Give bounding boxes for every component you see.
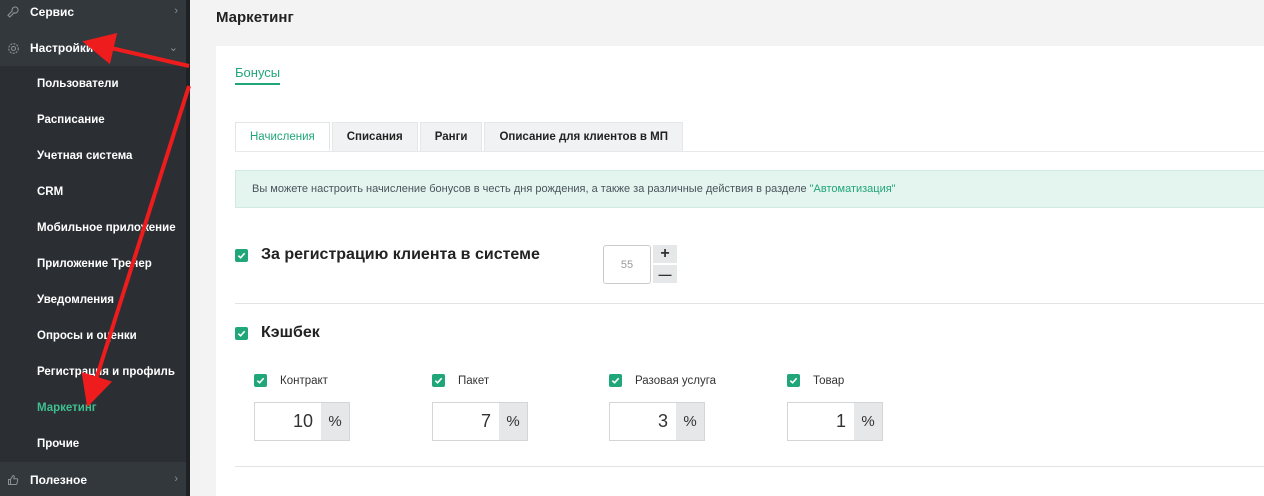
percent-value[interactable]: 10: [255, 403, 321, 440]
divider: [235, 466, 1264, 467]
percent-unit: %: [499, 403, 527, 440]
settings-card: Бонусы Начисления Списания Ранги Описани…: [216, 46, 1264, 496]
chevron-right-icon: ›: [174, 473, 178, 485]
tab-write-offs[interactable]: Списания: [331, 122, 418, 151]
chevron-down-icon: ⌄: [168, 42, 178, 54]
sidebar-item-users[interactable]: Пользователи: [0, 66, 186, 102]
tab-client-description[interactable]: Описание для клиентов в МП: [484, 122, 683, 151]
percent-unit: %: [676, 403, 704, 440]
option-label: Контракт: [280, 374, 328, 387]
cashback-row: Кэшбек: [235, 324, 320, 342]
increment-button[interactable]: +: [653, 245, 677, 263]
wrench-icon: [6, 5, 20, 19]
main-content: Маркетинг Бонусы Начисления Списания Ран…: [190, 0, 1264, 496]
cashback-label: Кэшбек: [261, 324, 320, 341]
thumb-up-icon: [6, 473, 20, 487]
page-title: Маркетинг: [216, 9, 294, 26]
sidebar-item-service[interactable]: Сервис ›: [0, 0, 186, 30]
cashback-option-product: Товар: [787, 374, 844, 387]
sidebar-item-label: Сервис: [30, 5, 75, 19]
package-percent-field[interactable]: 7 %: [432, 402, 528, 441]
sidebar-item-label: Полезное: [30, 473, 88, 487]
gear-icon: [6, 41, 20, 55]
sidebar-item-settings[interactable]: Настройки ⌄: [0, 30, 186, 66]
option-label: Товар: [813, 374, 845, 387]
chevron-right-icon: ›: [174, 5, 178, 17]
option-label: Пакет: [458, 374, 490, 387]
registration-label: За регистрацию клиента в системе: [261, 246, 540, 263]
sidebar-item-crm[interactable]: CRM: [0, 174, 186, 210]
sidebar-item-marketing[interactable]: Маркетинг: [0, 390, 186, 426]
subtab-bonuses[interactable]: Бонусы: [235, 65, 281, 85]
sidebar-item-trainer-app[interactable]: Приложение Тренер: [0, 246, 186, 282]
cashback-option-contract: Контракт: [254, 374, 328, 387]
registration-checkbox[interactable]: [235, 248, 248, 262]
sidebar: Сервис › Настройки ⌄ Пользователи Распис…: [0, 0, 190, 496]
tabs-divider: [235, 151, 1264, 152]
contract-checkbox[interactable]: [254, 374, 267, 387]
registration-bonus-input[interactable]: 55: [603, 245, 651, 284]
sidebar-item-label: Настройки: [30, 41, 94, 55]
percent-value[interactable]: 7: [433, 403, 499, 440]
cashback-checkbox[interactable]: [235, 326, 248, 340]
sidebar-item-schedule[interactable]: Расписание: [0, 102, 186, 138]
sidebar-item-notifications[interactable]: Уведомления: [0, 282, 186, 318]
automation-link[interactable]: "Автоматизация": [810, 183, 896, 195]
single-service-percent-field[interactable]: 3 %: [609, 402, 705, 441]
sidebar-item-other[interactable]: Прочие: [0, 426, 186, 462]
info-text: Вы можете настроить начисление бонусов в…: [252, 183, 807, 195]
info-banner: Вы можете настроить начисление бонусов в…: [235, 170, 1264, 208]
package-checkbox[interactable]: [432, 374, 445, 387]
product-checkbox[interactable]: [787, 374, 800, 387]
percent-unit: %: [321, 403, 349, 440]
decrement-button[interactable]: —: [653, 265, 677, 283]
sidebar-item-accounting[interactable]: Учетная система: [0, 138, 186, 174]
sidebar-item-mobile-app[interactable]: Мобильное приложение: [0, 210, 186, 246]
percent-unit: %: [854, 403, 882, 440]
percent-value[interactable]: 1: [788, 403, 854, 440]
divider: [235, 303, 1264, 304]
single-service-checkbox[interactable]: [609, 374, 622, 387]
cashback-option-single-service: Разовая услуга: [609, 374, 716, 387]
tab-accruals[interactable]: Начисления: [235, 122, 330, 151]
product-percent-field[interactable]: 1 %: [787, 402, 883, 441]
registration-bonus-row: За регистрацию клиента в системе: [235, 246, 540, 264]
sidebar-item-useful[interactable]: Полезное ›: [0, 462, 186, 496]
tab-ranks[interactable]: Ранги: [419, 122, 483, 151]
tab-bar: Начисления Списания Ранги Описание для к…: [235, 122, 685, 152]
cashback-option-package: Пакет: [432, 374, 489, 387]
contract-percent-field[interactable]: 10 %: [254, 402, 350, 441]
option-label: Разовая услуга: [635, 374, 717, 387]
sidebar-item-registration[interactable]: Регистрация и профиль: [0, 354, 186, 390]
percent-value[interactable]: 3: [610, 403, 676, 440]
sidebar-item-surveys[interactable]: Опросы и оценки: [0, 318, 186, 354]
